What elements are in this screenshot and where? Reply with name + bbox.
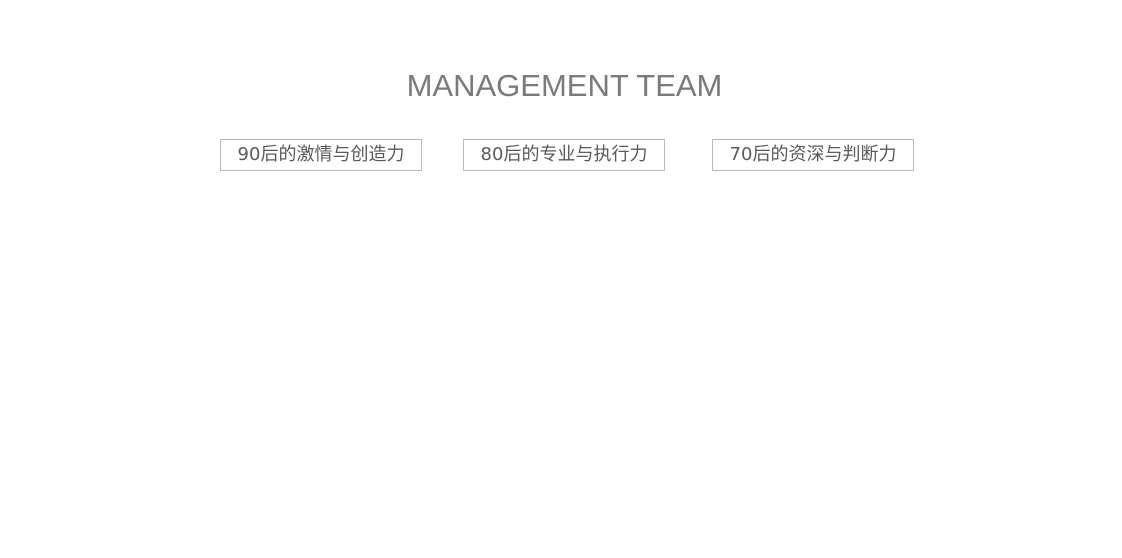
management-team-section: MANAGEMENT TEAM 90后的激情与创造力 80后的专业与执行力 70… [0,0,1122,558]
section-title: MANAGEMENT TEAM [406,68,723,103]
tab-80s[interactable]: 80后的专业与执行力 [463,139,665,171]
tab-90s[interactable]: 90后的激情与创造力 [220,139,422,171]
tab-70s[interactable]: 70后的资深与判断力 [712,139,914,171]
